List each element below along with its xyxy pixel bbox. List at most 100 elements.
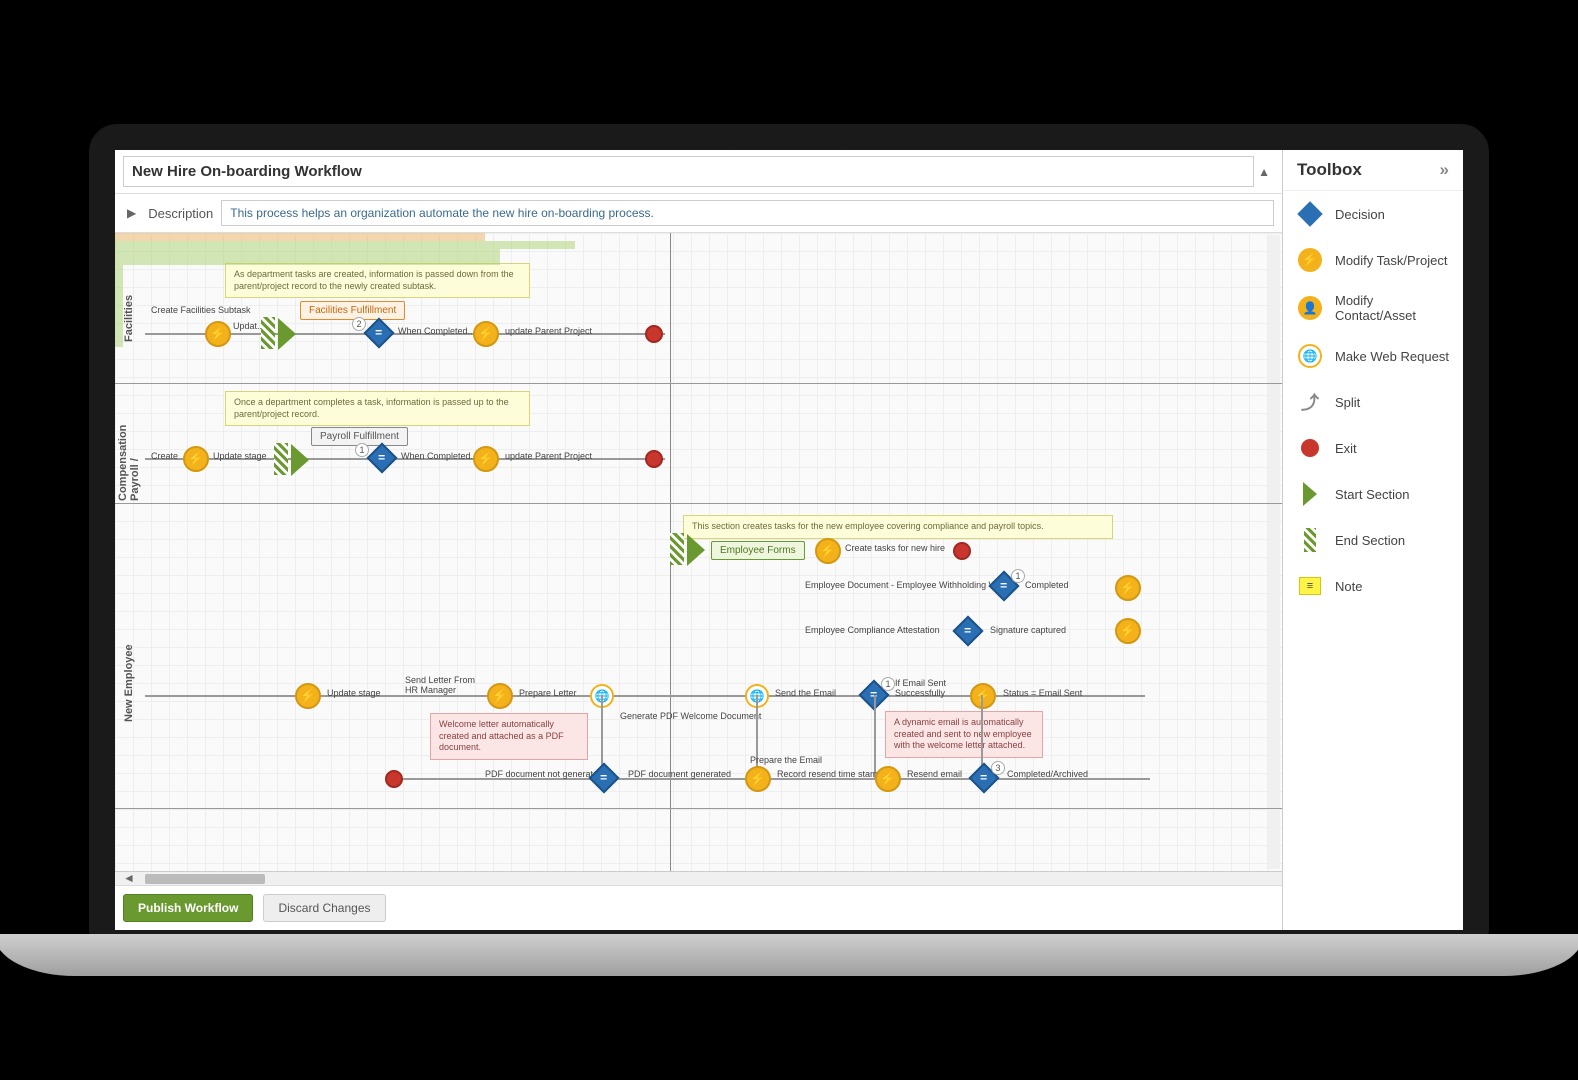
label-pdf-not: PDF document not generated: [485, 769, 603, 779]
description-toggle-icon[interactable]: ▶: [123, 206, 140, 220]
toolbox-item-end-section[interactable]: End Section: [1283, 517, 1463, 563]
toolbox-item-exit[interactable]: Exit: [1283, 425, 1463, 471]
connector-section-green: [115, 249, 500, 257]
note-facilities[interactable]: As department tasks are created, informa…: [225, 263, 530, 298]
toolbox-item-web-request[interactable]: Make Web Request: [1283, 333, 1463, 379]
node-bolt[interactable]: [745, 766, 771, 792]
label-emp-doc: Employee Document - Employee Withholding…: [805, 580, 1002, 590]
node-bolt[interactable]: [815, 538, 841, 564]
lane-label-newemp: New Employee: [119, 563, 139, 803]
badge-count: 3: [991, 761, 1005, 775]
workflow-title-input[interactable]: [123, 156, 1254, 187]
label-update-parent: update Parent Project: [505, 326, 592, 336]
label-emp-compliance: Employee Compliance Attestation: [805, 625, 940, 635]
toolbox-item-split[interactable]: ⤴Split: [1283, 379, 1463, 425]
node-bolt[interactable]: [1115, 575, 1141, 601]
node-bolt[interactable]: [875, 766, 901, 792]
toolbox-item-start-section[interactable]: Start Section: [1283, 471, 1463, 517]
toolbox-item-decision[interactable]: Decision: [1283, 191, 1463, 237]
toolbox-item-modify-contact[interactable]: Modify Contact/Asset: [1283, 283, 1463, 333]
start-section-icon: [1303, 482, 1317, 506]
node-exit[interactable]: [953, 542, 971, 560]
lane-divider: [115, 383, 1282, 384]
label-when-completed: When Completed...: [401, 451, 478, 461]
workflow-canvas[interactable]: Facilities As department tasks are creat…: [115, 233, 1282, 871]
node-bolt[interactable]: [473, 321, 499, 347]
toolbox-item-note[interactable]: Note: [1283, 563, 1463, 609]
toolbox-panel: Toolbox » Decision Modify Task/Project M…: [1283, 150, 1463, 930]
section-tag-facilities[interactable]: Facilities Fulfillment: [300, 301, 405, 320]
publish-button[interactable]: Publish Workflow: [123, 894, 253, 922]
note-employee-forms[interactable]: This section creates tasks for the new e…: [683, 515, 1113, 539]
scrollbar-thumb[interactable]: [145, 874, 265, 884]
description-row: ▶ Description: [115, 194, 1282, 233]
description-label: Description: [148, 206, 213, 221]
lane-label-payroll: Payroll / Compensation: [119, 391, 139, 501]
node-decision[interactable]: =: [371, 447, 393, 469]
label-comp-arch: Completed/Archived: [1007, 769, 1088, 779]
node-bolt[interactable]: [295, 683, 321, 709]
node-start-section[interactable]: [687, 534, 705, 566]
note-icon: [1299, 577, 1321, 595]
note-welcome[interactable]: Welcome letter automatically created and…: [430, 713, 588, 760]
label-gen-pdf: Generate PDF Welcome Document: [620, 711, 761, 721]
exit-icon: [1301, 439, 1319, 457]
node-exit[interactable]: [645, 325, 663, 343]
badge-count: 1: [1011, 569, 1025, 583]
node-exit[interactable]: [645, 450, 663, 468]
node-end-section[interactable]: [274, 443, 288, 475]
main-panel: ▲ ▶ Description Facilities As department…: [115, 150, 1283, 930]
laptop-notch: [729, 134, 849, 148]
bolt-icon: [1298, 248, 1322, 272]
node-start-section[interactable]: [278, 318, 296, 350]
toolbox-item-modify-task[interactable]: Modify Task/Project: [1283, 237, 1463, 283]
split-icon: ⤴: [1301, 389, 1319, 415]
label-create-facilities: Create Facilities Subtask: [151, 305, 251, 315]
node-bolt[interactable]: [473, 446, 499, 472]
section-tag-empforms[interactable]: Employee Forms: [711, 541, 805, 560]
title-row: ▲: [115, 150, 1282, 194]
lane-divider: [115, 808, 1282, 809]
node-bolt[interactable]: [487, 683, 513, 709]
label-when-completed: When Completed...: [398, 326, 475, 336]
node-bolt[interactable]: [183, 446, 209, 472]
scroll-left-icon[interactable]: ◄: [119, 871, 139, 885]
node-end-section[interactable]: [670, 533, 684, 565]
label-sig-captured: Signature captured: [990, 625, 1066, 635]
note-email[interactable]: A dynamic email is automatically created…: [885, 711, 1043, 758]
node-decision[interactable]: =: [593, 767, 615, 789]
label-update-stage: Update stage: [327, 688, 381, 698]
badge-count: 1: [881, 677, 895, 691]
label-resend: Resend email: [907, 769, 962, 779]
node-decision[interactable]: =: [957, 620, 979, 642]
person-icon: [1298, 296, 1322, 320]
end-section-icon: [1304, 528, 1316, 552]
label-updat: Updat...: [233, 321, 265, 331]
connector-section-green: [115, 241, 575, 249]
label-record-resend: Record resend time stamp: [777, 769, 883, 779]
node-bolt[interactable]: [1115, 618, 1141, 644]
badge-count: 2: [352, 317, 366, 331]
discard-button[interactable]: Discard Changes: [263, 894, 385, 922]
vertical-scrollbar[interactable]: [1268, 235, 1280, 869]
horizontal-scrollbar[interactable]: ◄: [115, 871, 1282, 885]
toolbox-collapse-icon[interactable]: »: [1440, 160, 1449, 180]
node-decision[interactable]: =: [368, 322, 390, 344]
description-input[interactable]: [221, 200, 1274, 226]
label-send-letter: Send Letter From HR Manager: [405, 675, 485, 695]
title-caret-icon[interactable]: ▲: [1254, 165, 1274, 179]
node-start-section[interactable]: [291, 444, 309, 476]
label-update-stage: Update stage: [213, 451, 267, 461]
lane-divider: [115, 503, 1282, 504]
node-end-section[interactable]: [261, 317, 275, 349]
node-bolt[interactable]: [205, 321, 231, 347]
label-create-tasks: Create tasks for new hire: [845, 543, 945, 553]
toolbox-header: Toolbox »: [1283, 150, 1463, 191]
footer-actions: Publish Workflow Discard Changes: [115, 885, 1282, 930]
toolbox-title: Toolbox: [1297, 160, 1362, 180]
note-payroll[interactable]: Once a department completes a task, info…: [225, 391, 530, 426]
node-exit[interactable]: [385, 770, 403, 788]
node-bolt[interactable]: [970, 683, 996, 709]
label-pdf-gen: PDF document generated: [628, 769, 731, 779]
label-send-email: Send the Email: [775, 688, 836, 698]
